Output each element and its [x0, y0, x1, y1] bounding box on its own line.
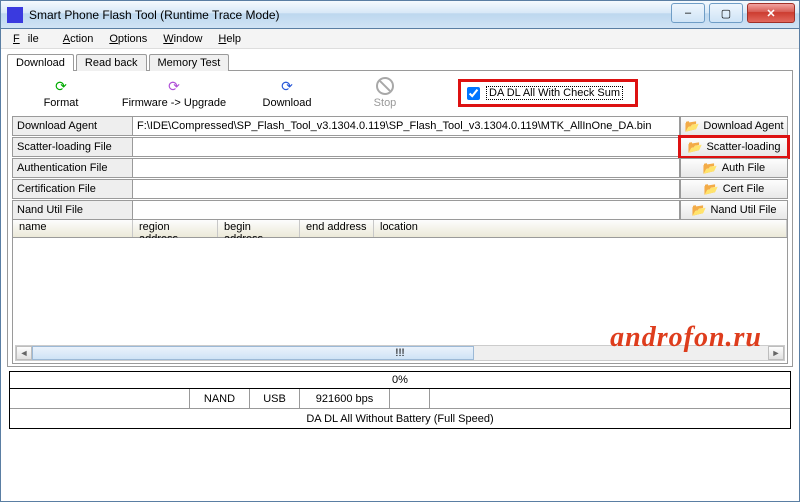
status-nand: NAND [190, 389, 250, 409]
cert-label: Certification File [12, 179, 132, 199]
menu-file[interactable]: File [5, 31, 55, 47]
download-button[interactable]: ⟳ Download [242, 77, 332, 109]
menubar: File Action Options Window Help [1, 29, 799, 49]
folder-icon: 📂 [703, 161, 718, 175]
watermark: androfon.ru [610, 322, 762, 354]
tab-memorytest[interactable]: Memory Test [149, 54, 230, 71]
firmware-upgrade-button[interactable]: ⟳ Firmware -> Upgrade [114, 77, 234, 109]
tab-strip: Download Read back Memory Test [7, 54, 793, 71]
auth-input[interactable] [132, 158, 680, 178]
app-icon [7, 7, 23, 23]
col-location[interactable]: location [374, 220, 787, 237]
scatter-input[interactable] [132, 137, 680, 157]
folder-icon: 📂 [684, 119, 699, 133]
status-usb: USB [250, 389, 300, 409]
auth-browse[interactable]: 📂Auth File [680, 158, 788, 178]
stop-icon [376, 77, 394, 95]
cert-input[interactable] [132, 179, 680, 199]
status-baud: 921600 bps [300, 389, 390, 409]
cert-browse[interactable]: 📂Cert File [680, 179, 788, 199]
titlebar: Smart Phone Flash Tool (Runtime Trace Mo… [1, 1, 799, 29]
checksum-label: DA DL All With Check Sum [486, 86, 623, 100]
checksum-checkbox[interactable] [467, 87, 480, 100]
checksum-highlight: DA DL All With Check Sum [458, 79, 638, 107]
toolbar: ⟳ Format ⟳ Firmware -> Upgrade ⟳ Downloa… [12, 75, 788, 115]
list-header: name region address begin address end ad… [12, 220, 788, 238]
menu-window[interactable]: Window [155, 31, 210, 47]
col-end[interactable]: end address [300, 220, 374, 237]
upgrade-icon: ⟳ [168, 77, 180, 95]
folder-icon: 📂 [704, 182, 719, 196]
col-begin[interactable]: begin address [218, 220, 300, 237]
status-bar: NAND USB 921600 bps DA DL All Without Ba… [9, 389, 791, 429]
minimize-button[interactable]: – [671, 3, 705, 23]
scroll-left-icon[interactable]: ◄ [16, 346, 32, 360]
menu-help[interactable]: Help [210, 31, 249, 47]
folder-icon: 📂 [688, 140, 703, 154]
scatter-browse[interactable]: 📂Scatter-loading [680, 137, 788, 157]
col-region[interactable]: region address [133, 220, 218, 237]
scatter-label: Scatter-loading File [12, 137, 132, 157]
maximize-button[interactable]: ▢ [709, 3, 743, 23]
auth-label: Authentication File [12, 158, 132, 178]
scroll-right-icon[interactable]: ► [768, 346, 784, 360]
nand-browse[interactable]: 📂Nand Util File [680, 200, 788, 220]
scroll-thumb[interactable] [32, 346, 474, 360]
menu-options[interactable]: Options [101, 31, 155, 47]
menu-action[interactable]: Action [55, 31, 102, 47]
col-name[interactable]: name [13, 220, 133, 237]
tab-download[interactable]: Download [7, 54, 74, 71]
close-button[interactable]: ✕ [747, 3, 795, 23]
status-mode: DA DL All Without Battery (Full Speed) [10, 409, 790, 429]
folder-icon: 📂 [692, 203, 707, 217]
progress-bar: 0% [9, 371, 791, 389]
nand-input[interactable] [132, 200, 680, 220]
download-agent-input[interactable] [132, 116, 680, 136]
window-title: Smart Phone Flash Tool (Runtime Trace Mo… [29, 8, 671, 22]
stop-button[interactable]: Stop [340, 77, 430, 109]
tab-readback[interactable]: Read back [76, 54, 147, 71]
nand-label: Nand Util File [12, 200, 132, 220]
format-button[interactable]: ⟳ Format [16, 77, 106, 109]
format-icon: ⟳ [55, 77, 67, 95]
download-agent-label: Download Agent [12, 116, 132, 136]
download-agent-browse[interactable]: 📂Download Agent [680, 116, 788, 136]
download-icon: ⟳ [281, 77, 293, 95]
